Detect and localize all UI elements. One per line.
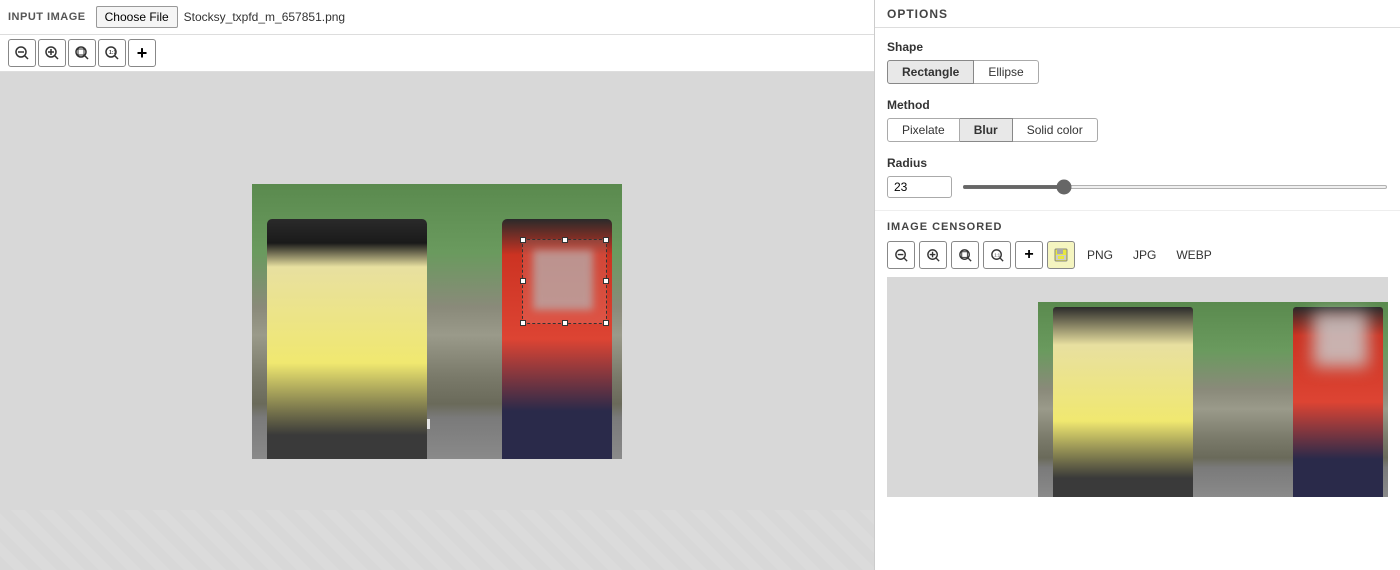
input-canvas-area[interactable] (0, 72, 874, 570)
svg-text:1:1: 1:1 (109, 50, 116, 56)
censored-image-container (887, 277, 1388, 497)
method-button-group: Pixelate Blur Solid color (887, 118, 1388, 142)
handle-top-right[interactable] (603, 237, 609, 243)
file-toolbar: INPUT IMAGE Choose File Stocksy_txpfd_m_… (0, 0, 874, 35)
zoom-in-icon (44, 45, 60, 61)
input-image-label: INPUT IMAGE (8, 11, 86, 23)
censored-zoom-out-icon (894, 248, 909, 263)
save-button[interactable] (1047, 241, 1075, 269)
image-censored-section: IMAGE CENSORED (875, 210, 1400, 507)
censored-toolbar: 1:1 + PNG JPG WEBP (887, 241, 1388, 269)
censored-zoom-out-button[interactable] (887, 241, 915, 269)
selection-box[interactable] (522, 239, 607, 324)
left-panel: INPUT IMAGE Choose File Stocksy_txpfd_m_… (0, 0, 875, 570)
handle-bottom-right[interactable] (603, 320, 609, 326)
right-panel: OPTIONS Shape Rectangle Ellipse Method P… (875, 0, 1400, 570)
file-name-display: Stocksy_txpfd_m_657851.png (184, 10, 345, 24)
zoom-fit-icon (74, 45, 90, 61)
format-jpg-button[interactable]: JPG (1125, 244, 1164, 266)
radius-input[interactable] (887, 176, 952, 198)
options-content: Shape Rectangle Ellipse Method Pixelate … (875, 28, 1400, 210)
shape-rectangle-button[interactable]: Rectangle (887, 60, 974, 84)
method-option-group: Method Pixelate Blur Solid color (887, 98, 1388, 142)
shape-option-group: Shape Rectangle Ellipse (887, 40, 1388, 84)
handle-mid-left[interactable] (520, 278, 526, 284)
shape-button-group: Rectangle Ellipse (887, 60, 1388, 84)
censored-zoom-fit-icon (958, 248, 973, 263)
image-container (252, 184, 622, 459)
censored-zoom-in-button[interactable] (919, 241, 947, 269)
censored-zoom-100-button[interactable]: 1:1 (983, 241, 1011, 269)
shape-ellipse-button[interactable]: Ellipse (974, 60, 1038, 84)
zoom-out-button[interactable] (8, 39, 36, 67)
main-image (252, 184, 622, 459)
format-png-button[interactable]: PNG (1079, 244, 1121, 266)
radius-label: Radius (887, 156, 1388, 170)
censored-zoom-100-icon: 1:1 (990, 248, 1005, 263)
censored-zoom-fit-button[interactable] (951, 241, 979, 269)
choose-file-button[interactable]: Choose File (96, 6, 178, 28)
format-webp-button[interactable]: WEBP (1168, 244, 1219, 266)
method-solid-color-button[interactable]: Solid color (1013, 118, 1098, 142)
censored-blur-overlay (1313, 312, 1368, 367)
zoom-toolbar: 1:1 + (0, 35, 874, 72)
zoom-in-button[interactable] (38, 39, 66, 67)
handle-bottom-mid[interactable] (562, 320, 568, 326)
censored-zoom-in-icon (926, 248, 941, 263)
woman-left-figure (267, 219, 427, 459)
add-region-button[interactable]: + (128, 39, 156, 67)
method-blur-button[interactable]: Blur (960, 118, 1013, 142)
save-icon (1053, 247, 1069, 263)
blurred-region-preview (533, 250, 593, 310)
radius-slider[interactable] (962, 185, 1388, 189)
radius-option-group: Radius (887, 156, 1388, 198)
zoom-100-button[interactable]: 1:1 (98, 39, 126, 67)
shape-label: Shape (887, 40, 1388, 54)
handle-mid-right[interactable] (603, 278, 609, 284)
zoom-100-icon: 1:1 (104, 45, 120, 61)
method-label: Method (887, 98, 1388, 112)
method-pixelate-button[interactable]: Pixelate (887, 118, 960, 142)
radius-row (887, 176, 1388, 198)
censored-woman-left (1053, 307, 1193, 497)
handle-top-mid[interactable] (562, 237, 568, 243)
censored-add-button[interactable]: + (1015, 241, 1043, 269)
image-censored-title: IMAGE CENSORED (887, 221, 1388, 233)
handle-bottom-left[interactable] (520, 320, 526, 326)
handle-top-left[interactable] (520, 237, 526, 243)
zoom-out-icon (14, 45, 30, 61)
options-header: OPTIONS (875, 0, 1400, 28)
svg-text:1:1: 1:1 (994, 252, 1001, 257)
censored-output-image (1038, 302, 1388, 497)
options-title: OPTIONS (887, 7, 948, 21)
file-input-wrapper: Choose File Stocksy_txpfd_m_657851.png (96, 6, 345, 28)
zoom-fit-button[interactable] (68, 39, 96, 67)
